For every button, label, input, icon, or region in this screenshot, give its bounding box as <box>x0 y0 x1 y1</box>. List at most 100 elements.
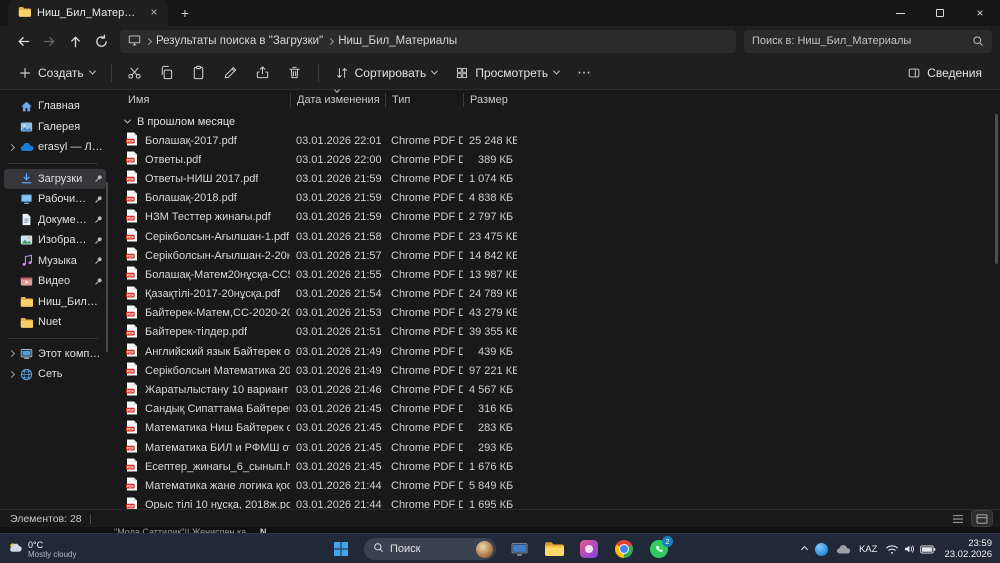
maximize-button[interactable] <box>920 0 960 26</box>
file-row[interactable]: PDF НЗМ Тесттер жинағы.pdf 03.01.2026 21:5… <box>108 208 1000 227</box>
file-row[interactable]: PDF Английский язык Байтерек ответы.pdf 03… <box>108 342 1000 361</box>
sidebar-item-nuet[interactable]: Nuet <box>4 312 106 333</box>
onedrive-tray-icon[interactable] <box>836 544 851 554</box>
sidebar-item-desktop[interactable]: Рабочий стол <box>4 189 106 210</box>
search-input[interactable]: Поиск в: Ниш_Бил_Материалы <box>744 29 992 53</box>
file-row[interactable]: PDF Жаратылыстану 10 вариант НИШ.pdf 03.01… <box>108 380 1000 399</box>
close-button[interactable]: × <box>960 0 1000 26</box>
file-row[interactable]: PDF Орыс тілі 10 нұсқа, 2018ж.pdf 03.01.20… <box>108 496 1000 509</box>
file-row[interactable]: PDF Байтерек-тілдер.pdf 03.01.2026 21:51 Ch… <box>108 323 1000 342</box>
file-row[interactable]: PDF Қазақтілі-2017-20нұсқа.pdf 03.01.2026 … <box>108 285 1000 304</box>
list-view-toggle[interactable] <box>948 511 968 526</box>
column-header-type[interactable]: Тип <box>385 93 463 107</box>
location-icon <box>128 34 141 49</box>
taskbar-search[interactable]: Поиск <box>364 538 496 560</box>
sidebar-item-network[interactable]: Сеть <box>4 364 106 385</box>
sidebar-item-pictures[interactable]: Изображения <box>4 230 106 251</box>
file-type: Chrome PDF Docu... <box>391 288 463 301</box>
sidebar-item-documents[interactable]: Документы <box>4 210 106 231</box>
sidebar-item-gallery[interactable]: Галерея <box>4 117 106 138</box>
forward-button[interactable] <box>36 29 62 53</box>
file-row[interactable]: PDF Математика Ниш Байтерек ответы 202...… <box>108 419 1000 438</box>
sidebar-item-onedrive[interactable]: erasyl — Личное <box>4 137 106 158</box>
column-header-size[interactable]: Размер <box>463 93 517 107</box>
sidebar-item-music[interactable]: Музыка <box>4 251 106 272</box>
file-row[interactable]: PDF Серікболсын-Ағылшан-1.pdf 03.01.2026 2… <box>108 227 1000 246</box>
file-row[interactable]: PDF Математика БИЛ и РФМШ ответы Байт... 0… <box>108 438 1000 457</box>
chrome-icon[interactable] <box>612 537 636 561</box>
up-button[interactable] <box>62 29 88 53</box>
share-button[interactable] <box>248 59 278 87</box>
file-row[interactable]: PDF Болашақ-Матем20нұсқа-СС5нұсқа.pdf 03.0… <box>108 265 1000 284</box>
breadcrumb-current-folder[interactable]: Ниш_Бил_Материалы <box>338 35 457 47</box>
copy-button[interactable] <box>152 59 182 87</box>
music-icon <box>19 254 34 267</box>
column-header-date[interactable]: Дата изменения <box>290 87 385 107</box>
sidebar-item-nish-bil-folder[interactable]: Ниш_Бил_Материалы <box>4 292 106 313</box>
delete-button[interactable] <box>280 59 310 87</box>
photos-app-icon[interactable] <box>577 537 601 561</box>
paste-button[interactable] <box>184 59 214 87</box>
more-options-button[interactable]: ⋯ <box>569 59 599 87</box>
sidebar-item-video[interactable]: Видео <box>4 271 106 292</box>
task-view-button[interactable] <box>507 537 531 561</box>
content-scrollbar[interactable] <box>995 114 998 264</box>
file-date: 03.01.2026 22:01 <box>296 134 382 147</box>
file-row[interactable]: PDF Серікболсын-Ағылшан-2-20нұсқа.pdf 03.0… <box>108 246 1000 265</box>
file-row[interactable]: PDF Болашақ-2018.pdf 03.01.2026 21:59 Chrom… <box>108 189 1000 208</box>
svg-text:PDF: PDF <box>127 504 134 508</box>
sidebar-item-this-pc[interactable]: Этот компьютер <box>4 344 106 365</box>
refresh-button[interactable] <box>88 29 114 53</box>
weather-widget[interactable]: 0°C Mostly cloudy <box>8 534 76 563</box>
start-button[interactable] <box>329 537 353 561</box>
file-size: 439 КБ <box>477 345 513 358</box>
file-row[interactable]: PDF Есептер_жинағы_6_сынып.html.pdf 03.01.… <box>108 457 1000 476</box>
file-row[interactable]: PDF Математика жане логика қосымша 12 ...… <box>108 476 1000 495</box>
sidebar-item-downloads[interactable]: Загрузки <box>4 168 106 189</box>
file-row[interactable]: PDF Ответы-НИШ 2017.pdf 03.01.2026 21:59 Ch… <box>108 169 1000 188</box>
breadcrumb-search-results[interactable]: Результаты поиска в "Загрузки" <box>156 35 323 47</box>
search-highlight-image[interactable] <box>476 540 493 558</box>
documents-icon <box>19 213 34 226</box>
file-date: 03.01.2026 22:00 <box>296 153 382 166</box>
sidebar-item-home[interactable]: Главная <box>4 96 106 117</box>
breadcrumb[interactable]: Результаты поиска в "Загрузки" Ниш_Бил_М… <box>120 29 736 53</box>
quick-settings[interactable] <box>885 543 936 555</box>
clock[interactable]: 23:59 23.02.2026 <box>944 538 992 560</box>
view-button[interactable]: Просмотреть <box>447 59 567 87</box>
file-row[interactable]: PDF Серікболсын Математика 2020.pdf 03.01.… <box>108 361 1000 380</box>
svg-text:PDF: PDF <box>127 159 134 163</box>
tray-app-icon-blue[interactable] <box>814 542 828 556</box>
rename-button[interactable] <box>216 59 246 87</box>
file-row[interactable]: PDF Сандық Сипаттама Байтерек ответы 20..… <box>108 400 1000 419</box>
file-size: 24 789 КБ <box>469 288 517 301</box>
file-row[interactable]: PDF Болашақ-2017.pdf 03.01.2026 22:01 Chrom… <box>108 131 1000 150</box>
file-name: Болашақ-2017.pdf <box>145 134 237 147</box>
group-header[interactable]: В прошлом месяце <box>108 112 1000 131</box>
tab-close-icon[interactable]: × <box>146 5 162 21</box>
taskbar-search-label: Поиск <box>390 543 421 555</box>
pdf-file-icon: PDF <box>126 477 138 494</box>
create-button[interactable]: Создать <box>10 59 103 87</box>
svg-text:PDF: PDF <box>127 331 134 335</box>
details-pane-button[interactable]: Сведения <box>899 59 990 87</box>
cut-button[interactable] <box>120 59 150 87</box>
search-icon[interactable] <box>972 35 984 47</box>
file-explorer-icon[interactable] <box>542 537 566 561</box>
language-indicator[interactable]: KAZ <box>859 544 877 555</box>
details-view-toggle[interactable] <box>971 510 993 527</box>
new-tab-button[interactable]: + <box>174 2 196 24</box>
pdf-file-icon: PDF <box>126 305 138 322</box>
minimize-button[interactable] <box>880 0 920 26</box>
column-header-name[interactable]: Имя <box>122 93 290 107</box>
file-row[interactable]: PDF Байтерек-Матем,СС-2020-2021жыл.pdf 03.… <box>108 304 1000 323</box>
file-row[interactable]: PDF Ответы.pdf 03.01.2026 22:00 Chrome PDF … <box>108 150 1000 169</box>
explorer-tab[interactable]: Ниш_Бил_Материалы × <box>8 0 168 26</box>
back-button[interactable] <box>10 29 36 53</box>
tray-date: 23.02.2026 <box>944 549 992 560</box>
file-date: 03.01.2026 21:49 <box>296 364 382 377</box>
sidebar-item-label: Главная <box>38 100 80 113</box>
whatsapp-icon[interactable]: 2 <box>647 536 673 561</box>
sort-button[interactable]: Сортировать <box>327 59 446 87</box>
tray-expand-chevron[interactable] <box>800 545 809 553</box>
